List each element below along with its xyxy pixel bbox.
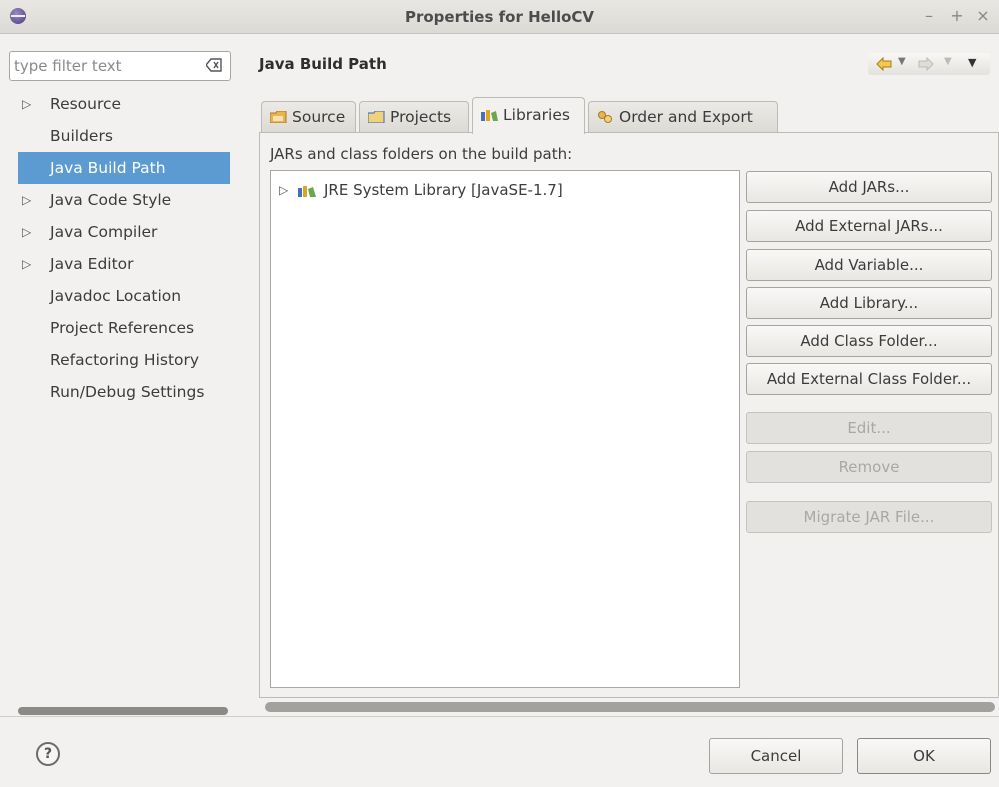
add-external-jars-button[interactable]: Add External JARs... — [746, 210, 992, 242]
tree-item-label: Resource — [50, 95, 122, 113]
help-button[interactable]: ? — [36, 742, 60, 766]
back-menu-icon[interactable]: ▼ — [898, 56, 906, 67]
expand-arrow-icon[interactable]: ▷ — [22, 184, 31, 216]
add-class-folder-button[interactable]: Add Class Folder... — [746, 325, 992, 357]
tree-item-label: Javadoc Location — [50, 287, 182, 305]
expand-arrow-icon[interactable]: ▷ — [22, 248, 31, 280]
tree-item-project-references[interactable]: Project References — [0, 312, 240, 344]
tree-item-label: Java Editor — [50, 255, 134, 273]
tree-item-label: Refactoring History — [50, 351, 200, 369]
tree-item-label: Java Compiler — [50, 223, 158, 241]
sidebar-scrollbar[interactable] — [18, 707, 228, 715]
filter-input[interactable] — [14, 55, 194, 77]
libraries-icon — [481, 110, 498, 121]
add-variable-button[interactable]: Add Variable... — [746, 249, 992, 281]
minimize-button[interactable]: – — [920, 6, 938, 25]
add-jars-button[interactable]: Add JARs... — [746, 171, 992, 203]
library-list[interactable]: ▷ JRE System Library [JavaSE-1.7] — [270, 170, 740, 688]
tab-order-and-export[interactable]: Order and Export — [588, 101, 778, 133]
close-button[interactable]: × — [974, 6, 992, 25]
forward-arrow-icon[interactable] — [918, 57, 934, 71]
migrate-jar-button[interactable]: Migrate JAR File... — [746, 501, 992, 533]
library-icon — [298, 186, 316, 197]
tree-item-refactoring-history[interactable]: Refactoring History — [0, 344, 240, 376]
tree-item-label: Java Build Path — [50, 159, 166, 177]
window-title: Properties for HelloCV — [404, 8, 595, 26]
tree-item-run-debug-settings[interactable]: Run/Debug Settings — [0, 376, 240, 408]
ok-button[interactable]: OK — [857, 738, 991, 774]
tab-label: Source — [292, 108, 346, 126]
edit-button[interactable]: Edit... — [746, 412, 992, 444]
forward-menu-icon[interactable]: ▼ — [944, 56, 952, 67]
add-external-class-folder-button[interactable]: Add External Class Folder... — [746, 363, 992, 395]
history-nav: ▼ ▼ ▼ — [868, 53, 990, 75]
tree-item-javadoc-location[interactable]: Javadoc Location — [0, 280, 240, 312]
filter-field[interactable] — [9, 51, 231, 81]
cancel-button[interactable]: Cancel — [709, 738, 843, 774]
view-menu-icon[interactable]: ▼ — [968, 56, 976, 69]
tree-item-label: Project References — [50, 319, 195, 337]
title-bar: Properties for HelloCV – + × — [0, 0, 999, 34]
projects-icon — [368, 111, 385, 123]
add-library-button[interactable]: Add Library... — [746, 287, 992, 319]
tree-item-java-build-path[interactable]: Java Build Path — [18, 152, 230, 184]
back-arrow-icon[interactable] — [876, 57, 892, 71]
tab-label: Order and Export — [619, 108, 753, 126]
tab-label: Libraries — [503, 106, 570, 124]
tree-item-java-editor[interactable]: ▷ Java Editor — [0, 248, 240, 280]
tree-item-java-compiler[interactable]: ▷ Java Compiler — [0, 216, 240, 248]
tab-label: Projects — [390, 108, 452, 126]
expand-arrow-icon[interactable]: ▷ — [279, 179, 288, 201]
tree-item-label: Java Code Style — [50, 191, 172, 209]
tab-projects[interactable]: Projects — [359, 101, 469, 133]
tree-item-builders[interactable]: Builders — [0, 120, 240, 152]
property-tree: ▷ Resource Builders Java Build Path ▷ Ja… — [0, 88, 240, 408]
expand-arrow-icon[interactable]: ▷ — [22, 88, 31, 120]
tab-source[interactable]: Source — [261, 101, 356, 133]
page-title: Java Build Path — [259, 55, 387, 73]
order-export-icon — [598, 111, 612, 123]
tree-item-java-code-style[interactable]: ▷ Java Code Style — [0, 184, 240, 216]
tree-item-label: Builders — [50, 127, 113, 145]
source-folder-icon — [270, 111, 287, 123]
tree-item-label: Run/Debug Settings — [50, 383, 205, 401]
expand-arrow-icon[interactable]: ▷ — [22, 216, 31, 248]
tab-libraries[interactable]: Libraries — [472, 97, 585, 134]
tree-item-resource[interactable]: ▷ Resource — [0, 88, 240, 120]
library-label: JRE System Library [JavaSE-1.7] — [324, 181, 563, 199]
remove-button[interactable]: Remove — [746, 451, 992, 483]
panel-scrollbar[interactable] — [265, 702, 995, 712]
footer-divider — [0, 716, 999, 717]
clear-icon[interactable] — [206, 58, 222, 72]
build-path-label: JARs and class folders on the build path… — [270, 145, 573, 163]
maximize-button[interactable]: + — [948, 6, 966, 25]
